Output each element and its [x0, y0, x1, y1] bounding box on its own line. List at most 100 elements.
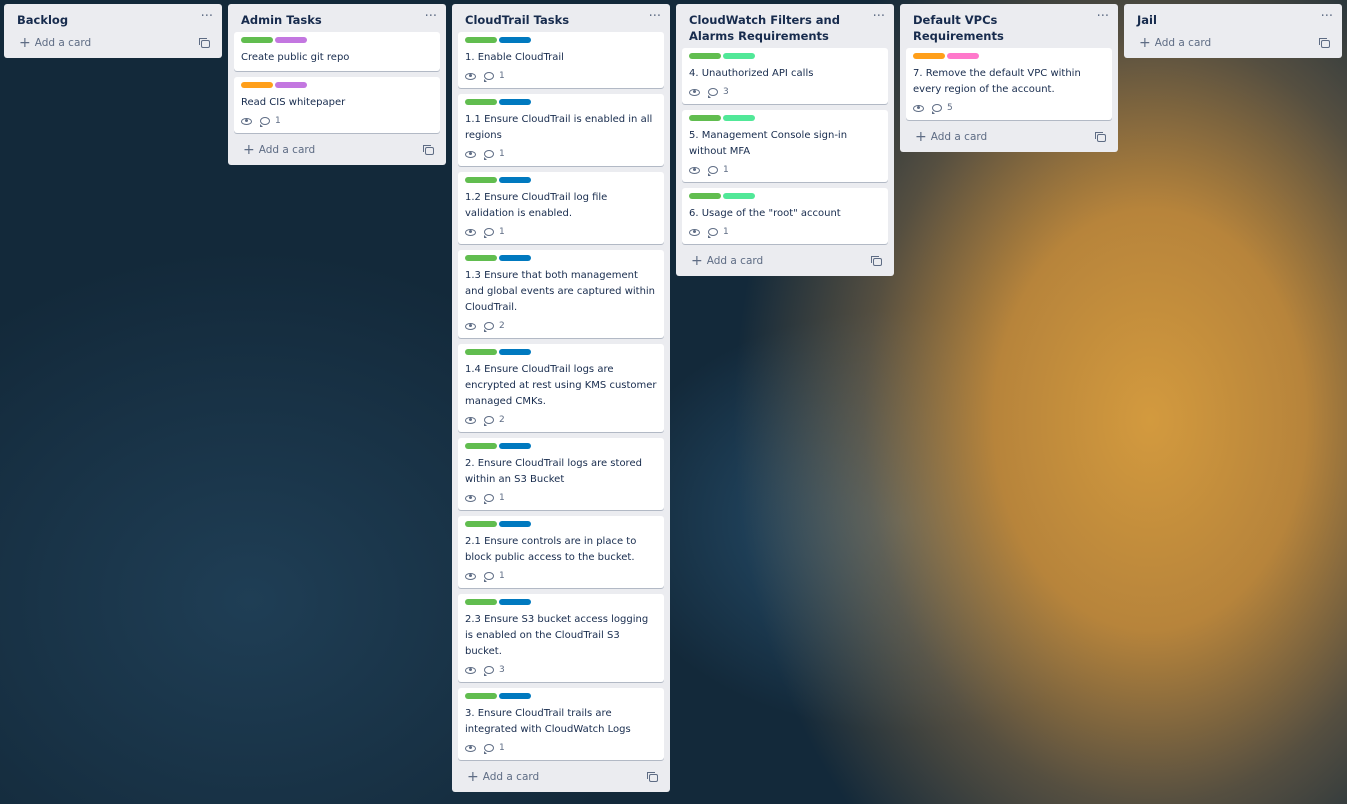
list-title[interactable]: Admin Tasks [241, 12, 418, 28]
card[interactable]: 1.2 Ensure CloudTrail log file validatio… [458, 172, 664, 244]
label-lime[interactable] [723, 53, 755, 59]
label-blue[interactable] [499, 99, 531, 105]
card-list: Create public git repo Read CIS whitepape… [228, 32, 446, 133]
add-card-button[interactable]: + Add a card [4, 32, 222, 58]
card-template-icon[interactable] [871, 256, 882, 266]
card[interactable]: 7. Remove the default VPC within every r… [906, 48, 1112, 120]
card-template-icon[interactable] [647, 772, 658, 782]
label-green[interactable] [689, 53, 721, 59]
card-title: 4. Unauthorized API calls [689, 68, 814, 79]
add-card-label: Add a card [258, 144, 316, 156]
list-title[interactable]: Jail [1137, 12, 1314, 28]
watch-badge [465, 744, 476, 752]
comment-count: 2 [499, 415, 505, 425]
list-menu-icon[interactable]: ··· [649, 9, 661, 24]
card[interactable]: 4. Unauthorized API calls 3 [682, 48, 888, 104]
label-green[interactable] [465, 255, 497, 261]
label-green[interactable] [465, 521, 497, 527]
list-menu-icon[interactable]: ··· [1321, 9, 1333, 24]
card-template-icon[interactable] [1095, 132, 1106, 142]
list-title[interactable]: Default VPCs Requirements [913, 12, 1090, 44]
list-title[interactable]: CloudTrail Tasks [465, 12, 642, 28]
add-card-button[interactable]: + Add a card [676, 250, 894, 276]
comments-badge: 3 [484, 665, 505, 676]
card[interactable]: 1.4 Ensure CloudTrail logs are encrypted… [458, 344, 664, 432]
label-lime[interactable] [723, 115, 755, 121]
label-lime[interactable] [723, 193, 755, 199]
comment-icon [484, 572, 494, 582]
label-orange[interactable] [913, 53, 945, 59]
card-title: 7. Remove the default VPC within every r… [913, 68, 1081, 95]
card-template-icon[interactable] [1319, 38, 1330, 48]
label-green[interactable] [465, 37, 497, 43]
watch-badge [689, 88, 700, 96]
card-template-icon[interactable] [423, 145, 434, 155]
label-blue[interactable] [499, 693, 531, 699]
label-blue[interactable] [499, 37, 531, 43]
label-blue[interactable] [499, 349, 531, 355]
label-purple[interactable] [275, 37, 307, 43]
card[interactable]: 2.3 Ensure S3 bucket access logging is e… [458, 594, 664, 682]
watch-badge [241, 117, 252, 125]
label-pink[interactable] [947, 53, 979, 59]
label-green[interactable] [241, 37, 273, 43]
list-menu-icon[interactable]: ··· [873, 9, 885, 24]
list-menu-icon[interactable]: ··· [201, 9, 213, 24]
label-green[interactable] [465, 177, 497, 183]
card-labels [465, 349, 657, 356]
label-purple[interactable] [275, 82, 307, 88]
label-green[interactable] [689, 115, 721, 121]
list-1: Admin Tasks ··· Create public git repo Read… [228, 4, 446, 165]
label-green[interactable] [689, 193, 721, 199]
comments-badge: 1 [708, 227, 729, 238]
card-badges: 1 [465, 225, 657, 239]
card[interactable]: 3. Ensure CloudTrail trails are integrat… [458, 688, 664, 760]
comment-icon [932, 104, 942, 114]
list-menu-icon[interactable]: ··· [1097, 9, 1109, 24]
card-template-icon[interactable] [199, 38, 210, 48]
card-title: 1.3 Ensure that both management and glob… [465, 270, 656, 313]
comments-badge: 1 [484, 571, 505, 582]
list-title[interactable]: Backlog [17, 12, 194, 28]
comments-badge: 1 [708, 165, 729, 176]
card[interactable]: Read CIS whitepaper 1 [234, 77, 440, 133]
add-card-button[interactable]: + Add a card [452, 766, 670, 792]
card[interactable]: 2.1 Ensure controls are in place to bloc… [458, 516, 664, 588]
label-orange[interactable] [241, 82, 273, 88]
comments-badge: 3 [708, 87, 729, 98]
card[interactable]: 5. Management Console sign-in without MF… [682, 110, 888, 182]
label-blue[interactable] [499, 177, 531, 183]
card-badges: 1 [465, 147, 657, 161]
card[interactable]: 6. Usage of the "root" account 1 [682, 188, 888, 244]
comment-icon [484, 666, 494, 676]
label-green[interactable] [465, 443, 497, 449]
label-green[interactable] [465, 99, 497, 105]
card[interactable]: 1.3 Ensure that both management and glob… [458, 250, 664, 338]
card-labels [465, 177, 657, 184]
label-green[interactable] [465, 693, 497, 699]
eye-icon [465, 150, 476, 158]
list-title[interactable]: CloudWatch Filters and Alarms Requiremen… [689, 12, 866, 44]
comment-icon [484, 494, 494, 504]
label-blue[interactable] [499, 521, 531, 527]
add-card-button[interactable]: + Add a card [1124, 32, 1342, 58]
label-green[interactable] [465, 349, 497, 355]
card[interactable]: 1.1 Ensure CloudTrail is enabled in all … [458, 94, 664, 166]
add-card-button[interactable]: + Add a card [900, 126, 1118, 152]
label-blue[interactable] [499, 255, 531, 261]
card[interactable]: Create public git repo [234, 32, 440, 71]
list-menu-icon[interactable]: ··· [425, 9, 437, 24]
card-title: 1.1 Ensure CloudTrail is enabled in all … [465, 114, 653, 141]
label-green[interactable] [465, 599, 497, 605]
card-title: 1. Enable CloudTrail [465, 52, 564, 63]
comment-icon [484, 150, 494, 160]
card[interactable]: 1. Enable CloudTrail 1 [458, 32, 664, 88]
add-card-label: Add a card [34, 37, 92, 49]
card-badges: 1 [465, 491, 657, 505]
card[interactable]: 2. Ensure CloudTrail logs are stored wit… [458, 438, 664, 510]
label-blue[interactable] [499, 443, 531, 449]
card-list: 1. Enable CloudTrail 1 1.1 Ensure CloudTra… [452, 32, 670, 760]
plus-icon: + [467, 769, 479, 785]
label-blue[interactable] [499, 599, 531, 605]
add-card-button[interactable]: + Add a card [228, 139, 446, 165]
